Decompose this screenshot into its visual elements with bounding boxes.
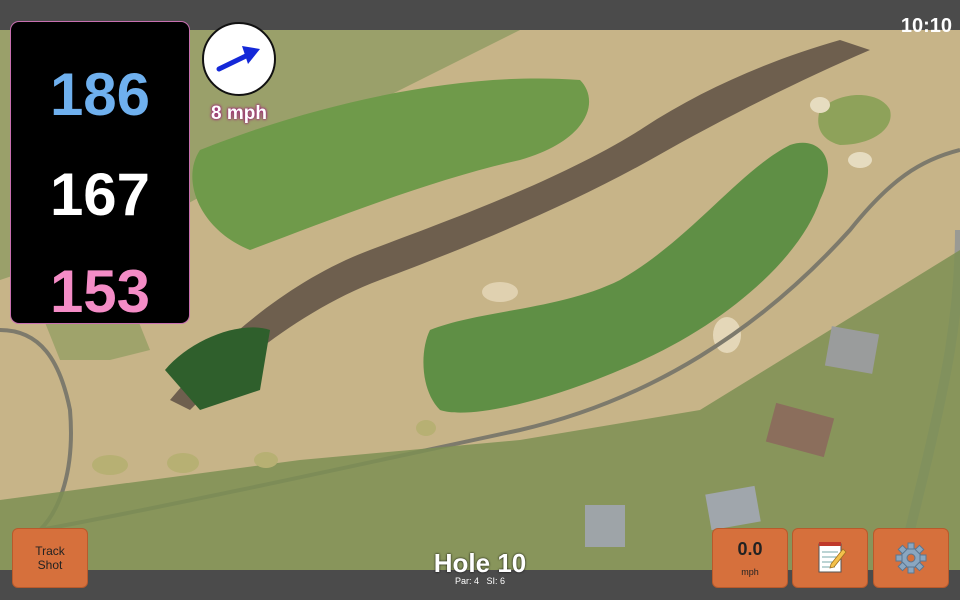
greenside-bunker-2 [848, 152, 872, 168]
track-shot-label-line1: Track [35, 544, 65, 558]
house-1 [824, 326, 880, 374]
wind-indicator [202, 22, 276, 96]
gear-icon [895, 542, 927, 574]
house-4 [585, 505, 625, 547]
tee-box-4 [416, 420, 436, 436]
hole-info: Par: 4 SI: 6 [380, 576, 580, 586]
track-shot-label-line2: Shot [37, 558, 63, 572]
waste-bunker [482, 282, 518, 302]
stroke-index-label: SI: 6 [486, 576, 506, 586]
notepad-icon [818, 542, 847, 573]
tee-box-3 [254, 452, 278, 468]
tee-box-1 [92, 455, 128, 475]
distance-panel: 186 167 153 [11, 22, 189, 323]
settings-button[interactable] [873, 528, 949, 588]
back-distance: 186 [49, 61, 151, 128]
par-label: Par: 4 [454, 576, 479, 586]
speed-value: 0.0 [737, 539, 763, 559]
wind-arrow-icon [216, 46, 260, 72]
tee-box-2 [167, 453, 199, 473]
clock: 10:10 [900, 15, 952, 37]
greenside-bunker-1 [810, 97, 830, 113]
track-shot-button[interactable]: Track Shot [12, 528, 88, 588]
wind-speed-label: 8 mph [211, 103, 267, 124]
notes-button[interactable] [792, 528, 868, 588]
front-distance: 153 [49, 258, 151, 325]
middle-distance: 167 [49, 161, 151, 228]
speed-unit: mph [741, 567, 759, 577]
speed-button[interactable]: 0.0 mph [712, 528, 788, 588]
hole-title: Hole 10 [433, 548, 527, 578]
